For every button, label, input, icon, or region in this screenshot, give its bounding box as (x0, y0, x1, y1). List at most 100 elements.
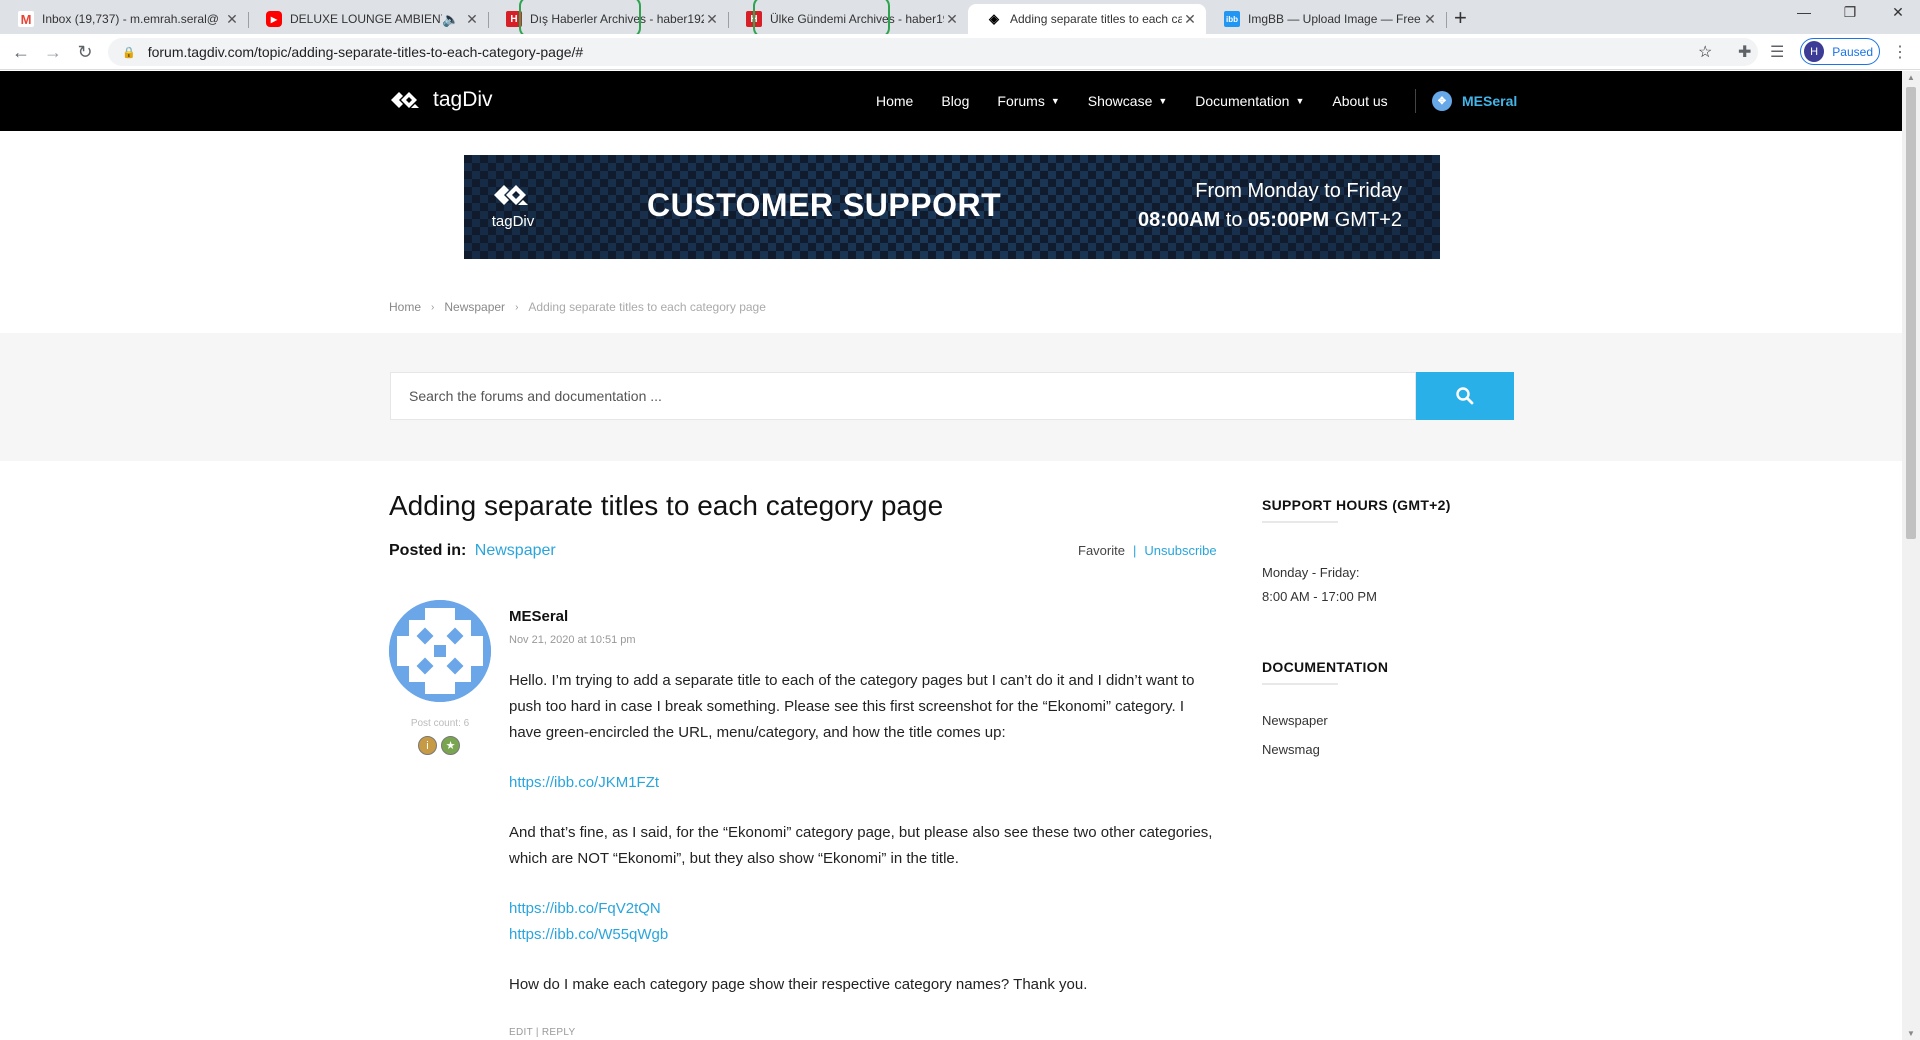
category-link[interactable]: Newspaper (475, 542, 556, 559)
edit-link[interactable]: EDIT (509, 1027, 533, 1038)
close-tab-icon[interactable]: ✕ (224, 11, 240, 28)
close-tab-icon[interactable]: ✕ (944, 11, 960, 28)
site-header: tagDiv Home Blog Forums ▼ Showcase ▼ Docum… (0, 71, 1902, 131)
nav-showcase[interactable]: Showcase ▼ (1088, 93, 1168, 109)
chevron-down-icon: ▼ (1050, 96, 1060, 106)
url-text: forum.tagdiv.com/topic/adding-separate-t… (147, 44, 584, 60)
youtube-icon: ▶ (266, 11, 282, 27)
tab-title: DELUXE LOUNGE AMBIENT H (290, 12, 442, 26)
profile-status: Paused (1832, 44, 1873, 59)
title-underline (1262, 683, 1338, 685)
doc-link-newspaper[interactable]: Newspaper (1262, 713, 1512, 728)
nav-blog[interactable]: Blog (941, 93, 969, 109)
identicon-icon (389, 600, 491, 702)
reply-link[interactable]: REPLY (542, 1027, 576, 1038)
close-window-icon[interactable]: ✕ (1888, 4, 1908, 21)
close-tab-icon[interactable]: ✕ (704, 11, 720, 28)
breadcrumb-parent[interactable]: Newspaper (444, 300, 505, 314)
posted-in-label: Posted in: (389, 542, 467, 559)
customer-support-banner[interactable]: tagDiv CUSTOMER SUPPORT From Monday to F… (464, 155, 1440, 259)
new-tab-icon[interactable]: + (1454, 5, 1467, 31)
chevron-down-icon: ▼ (1158, 96, 1168, 106)
page-scrollbar[interactable]: ▲ ▼ (1902, 71, 1920, 1040)
nav-forums[interactable]: Forums ▼ (997, 93, 1059, 109)
nav-about-us[interactable]: About us (1332, 93, 1387, 109)
open-time: 08:00AM (1137, 209, 1221, 231)
profile-button[interactable]: H Paused (1800, 38, 1880, 65)
minimize-icon[interactable]: — (1794, 4, 1814, 20)
breadcrumb-current: Adding separate titles to each category … (528, 300, 766, 314)
banner-logo: tagDiv (490, 179, 536, 230)
screenshot-link[interactable]: https://ibb.co/W55qWgb (509, 922, 1219, 948)
post-meta-actions: EDIT | REPLY (509, 1027, 575, 1038)
restore-icon[interactable]: ❐ (1840, 4, 1860, 21)
screenshot-link[interactable]: https://ibb.co/JKM1FZt (509, 770, 1219, 796)
profile-avatar: H (1804, 41, 1825, 62)
search-input[interactable] (390, 372, 1416, 420)
author-avatar[interactable] (389, 600, 491, 702)
main-nav: Home Blog Forums ▼ Showcase ▼ Documentatio… (876, 71, 1416, 131)
scrollbar-thumb[interactable] (1906, 87, 1916, 539)
post-paragraph: Hello. I’m trying to add a separate titl… (509, 672, 1195, 741)
search-button[interactable] (1416, 372, 1514, 420)
nav-documentation[interactable]: Documentation ▼ (1195, 93, 1304, 109)
bookmark-star-icon[interactable]: ☆ (1698, 42, 1712, 62)
title-underline (1262, 521, 1338, 523)
chevron-right-icon: › (431, 301, 435, 313)
chevron-right-icon: › (515, 301, 519, 313)
sidebar: SUPPORT HOURS (GMT+2) Monday - Friday: 8… (1262, 497, 1512, 757)
banner-logo-text: tagDiv (491, 213, 535, 230)
scroll-down-icon[interactable]: ▼ (1902, 1029, 1920, 1038)
site-logo[interactable]: tagDiv (389, 87, 493, 113)
imgbb-icon: ibb (1224, 11, 1240, 27)
support-days: Monday - Friday: (1262, 565, 1360, 580)
tab-youtube[interactable]: ▶ DELUXE LOUNGE AMBIENT H 🔈 ✕ (248, 4, 488, 34)
star-badge-icon: ★ (441, 736, 460, 755)
tab-separator (1446, 12, 1447, 28)
reload-icon[interactable]: ↻ (74, 42, 96, 63)
timezone: GMT+2 (1334, 209, 1402, 231)
screenshot-link[interactable]: https://ibb.co/FqV2tQN (509, 896, 1219, 922)
scroll-up-icon[interactable]: ▲ (1902, 73, 1920, 82)
user-menu[interactable]: ✥ MESeral (1432, 91, 1517, 111)
search-icon (1456, 387, 1474, 405)
close-time: 05:00PM (1248, 209, 1330, 231)
back-icon[interactable]: ← (10, 42, 32, 63)
forward-icon[interactable]: → (42, 42, 64, 63)
favorite-link[interactable]: Favorite (1078, 543, 1125, 558)
green-annotation-circle (519, 0, 641, 38)
nav-label: About us (1332, 93, 1388, 109)
close-tab-icon[interactable]: ✕ (1182, 11, 1198, 28)
tab-imgbb[interactable]: ibb ImgBB — Upload Image — Free I ✕ (1206, 4, 1446, 34)
nav-divider (1415, 89, 1416, 113)
doc-link-newsmag[interactable]: Newsmag (1262, 742, 1512, 757)
support-hours-text: Monday - Friday: 8:00 AM - 17:00 PM (1262, 561, 1512, 609)
banner-hours-block: From Monday to Friday 08:00AM to 05:00PM… (1138, 180, 1402, 232)
close-tab-icon[interactable]: ✕ (464, 11, 480, 28)
close-tab-icon[interactable]: ✕ (1422, 11, 1438, 28)
meta-separator: | (535, 1027, 539, 1038)
unsubscribe-link[interactable]: Unsubscribe (1144, 543, 1216, 558)
tab-gmail[interactable]: M Inbox (19,737) - m.emrah.seral@ ✕ (0, 4, 248, 34)
post-links: https://ibb.co/FqV2tQN https://ibb.co/W5… (509, 896, 1219, 948)
post-author[interactable]: MESeral (509, 608, 568, 625)
extensions-icon[interactable]: ✚ (1738, 42, 1751, 62)
tab-tagdiv-forum[interactable]: ◈ Adding separate titles to each ca ✕ (968, 4, 1206, 34)
documentation-title: DOCUMENTATION (1262, 659, 1389, 675)
tagdiv-logo-icon (494, 185, 528, 205)
url-field[interactable]: 🔒 forum.tagdiv.com/topic/adding-separate… (108, 38, 1758, 66)
breadcrumb-home[interactable]: Home (389, 300, 421, 314)
mute-icon[interactable]: 🔈 (442, 11, 459, 28)
logo-text: tagDiv (433, 88, 493, 111)
post-count: Post count: 6 (410, 718, 470, 729)
nav-label: Documentation (1195, 93, 1290, 109)
post-date: Nov 21, 2020 at 10:51 pm (509, 634, 636, 646)
nav-home[interactable]: Home (876, 93, 913, 109)
browser-menu-icon[interactable]: ⋮ (1892, 42, 1908, 62)
reading-list-icon[interactable]: ☰ (1770, 42, 1784, 62)
gmail-icon: M (18, 11, 34, 27)
to-word: to (1225, 209, 1243, 231)
post-paragraph: How do I make each category page show th… (509, 976, 1088, 993)
tagdiv-icon: ◈ (989, 11, 999, 26)
rank-badge-icon: i (418, 736, 437, 755)
